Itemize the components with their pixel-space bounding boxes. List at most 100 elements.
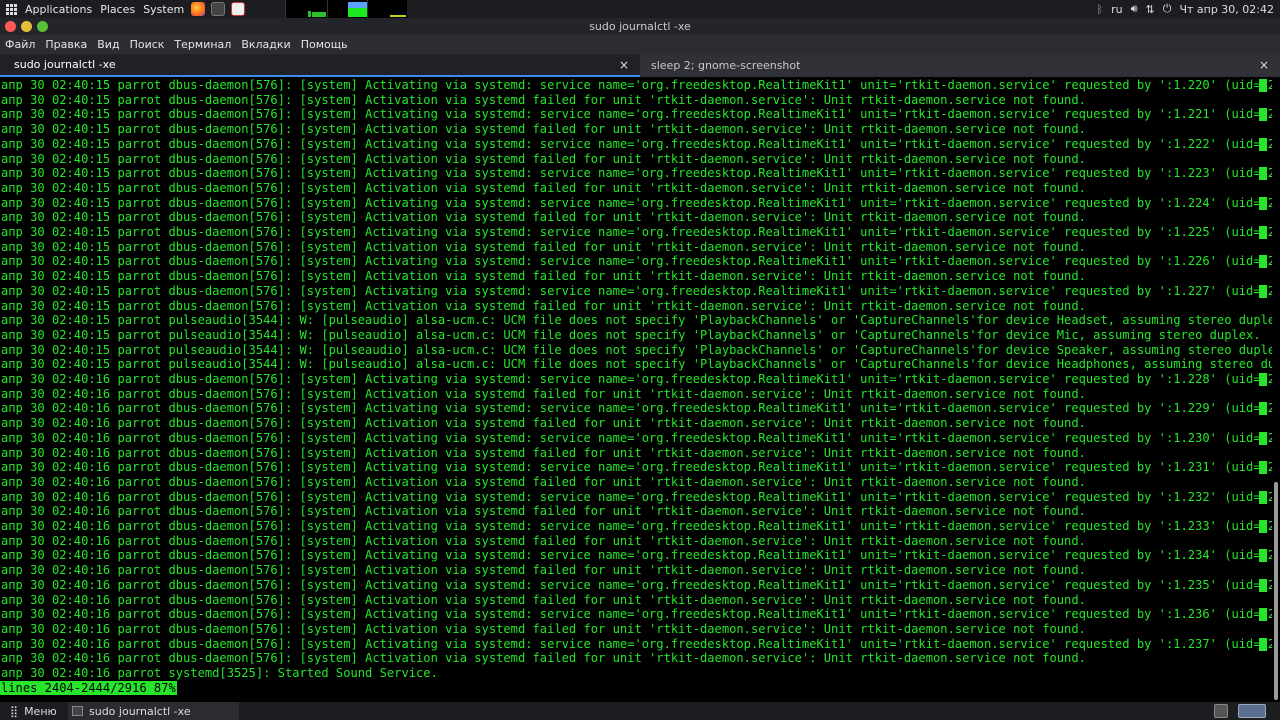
terminal-line: апр 30 02:40:15 parrot dbus-daemon[576]:… xyxy=(1,283,1280,298)
terminal-line: апр 30 02:40:15 parrot dbus-daemon[576]:… xyxy=(1,239,1086,254)
power-icon[interactable]: ⏻ xyxy=(1163,2,1172,16)
show-desktop-icon[interactable] xyxy=(1238,704,1266,718)
minimize-window-button[interactable] xyxy=(21,21,32,32)
maximize-window-button[interactable] xyxy=(37,21,48,32)
line-overflow-marker xyxy=(1259,402,1267,416)
terminal-line: апр 30 02:40:16 parrot dbus-daemon[576]:… xyxy=(1,519,1280,533)
terminal-line: апр 30 02:40:16 parrot dbus-daemon[576]:… xyxy=(1,621,1086,636)
tab-label: sleep 2; gnome-screenshot xyxy=(651,59,801,72)
menu-view[interactable]: Вид xyxy=(92,38,124,51)
line-overflow-marker xyxy=(1259,578,1267,592)
clock[interactable]: Чт апр 30, 02:42 xyxy=(1179,3,1274,16)
terminal-line: апр 30 02:40:16 parrot dbus-daemon[576]:… xyxy=(1,651,1086,666)
line-overflow-marker xyxy=(1259,461,1267,475)
terminal-launcher-icon[interactable] xyxy=(211,2,226,16)
terminal-line: апр 30 02:40:15 parrot pulseaudio[3544]:… xyxy=(1,342,1280,357)
terminal-output[interactable]: апр 30 02:40:15 parrot dbus-daemon[576]:… xyxy=(0,78,1280,700)
terminal-scrollbar[interactable] xyxy=(1272,78,1280,700)
memory-monitor xyxy=(327,0,368,18)
terminal-line: апр 30 02:40:15 parrot dbus-daemon[576]:… xyxy=(1,180,1086,195)
top-panel: Applications Places System ᛒ ru 🔊︎ ⇅ ⏻ Ч… xyxy=(0,0,1280,18)
network-monitor xyxy=(367,0,407,18)
terminal-line: апр 30 02:40:15 parrot dbus-daemon[576]:… xyxy=(1,92,1086,107)
terminal-line: апр 30 02:40:15 parrot dbus-daemon[576]:… xyxy=(1,298,1086,313)
terminal-line: апр 30 02:40:16 parrot dbus-daemon[576]:… xyxy=(1,489,1280,504)
bottom-panel: ⣿ Меню sudo journalctl -xe xyxy=(0,702,1280,720)
terminal-task-icon xyxy=(72,706,83,716)
line-overflow-marker xyxy=(1259,108,1267,122)
terminal-line: апр 30 02:40:16 parrot dbus-daemon[576]:… xyxy=(1,592,1086,607)
terminal-line: апр 30 02:40:16 parrot dbus-daemon[576]:… xyxy=(1,563,1086,578)
terminal-line: апр 30 02:40:15 parrot pulseaudio[3544]:… xyxy=(1,357,1280,372)
terminal-line: апр 30 02:40:16 parrot dbus-daemon[576]:… xyxy=(1,430,1280,445)
tab-label: sudo journalctl -xe xyxy=(14,58,116,71)
taskbar-item-label: sudo journalctl -xe xyxy=(89,704,191,718)
line-overflow-marker xyxy=(1259,137,1267,151)
cpu-monitor xyxy=(285,0,327,18)
network-icon[interactable]: ⇅ xyxy=(1146,3,1155,16)
terminal-line: апр 30 02:40:15 parrot dbus-daemon[576]:… xyxy=(1,122,1086,137)
terminal-line: апр 30 02:40:16 parrot dbus-daemon[576]:… xyxy=(1,577,1280,592)
tab-close-icon[interactable]: × xyxy=(619,58,629,72)
window-titlebar[interactable]: sudo journalctl -xe xyxy=(0,18,1280,35)
terminal-line: апр 30 02:40:16 parrot dbus-daemon[576]:… xyxy=(1,548,1280,563)
text-editor-launcher-icon[interactable] xyxy=(231,2,246,16)
menubar: Файл Правка Вид Поиск Терминал Вкладки П… xyxy=(0,35,1280,54)
menu-help[interactable]: Помощь xyxy=(296,38,353,51)
terminal-line: апр 30 02:40:16 parrot dbus-daemon[576]:… xyxy=(1,372,1280,386)
terminal-line: апр 30 02:40:15 parrot pulseaudio[3544]:… xyxy=(1,313,1280,328)
terminal-line: апр 30 02:40:16 parrot dbus-daemon[576]:… xyxy=(1,416,1086,431)
menu-search[interactable]: Поиск xyxy=(125,38,170,51)
terminal-line: апр 30 02:40:15 parrot dbus-daemon[576]:… xyxy=(1,210,1086,225)
line-overflow-marker xyxy=(1259,373,1267,386)
volume-icon[interactable]: 🔊︎ xyxy=(1131,2,1138,16)
line-overflow-marker xyxy=(1259,431,1267,445)
terminal-line: апр 30 02:40:15 parrot dbus-daemon[576]:… xyxy=(1,136,1280,151)
line-overflow-marker xyxy=(1259,637,1267,651)
line-overflow-marker xyxy=(1259,490,1267,504)
firefox-launcher-icon[interactable] xyxy=(191,2,206,16)
bluetooth-icon[interactable]: ᛒ xyxy=(1096,3,1103,16)
line-overflow-marker xyxy=(1259,167,1267,181)
tab-close-icon[interactable]: × xyxy=(1259,58,1269,72)
terminal-line: апр 30 02:40:15 parrot dbus-daemon[576]:… xyxy=(1,254,1280,269)
menu-tabs[interactable]: Вкладки xyxy=(236,38,295,51)
terminal-line: апр 30 02:40:16 parrot dbus-daemon[576]:… xyxy=(1,607,1280,622)
line-overflow-marker xyxy=(1259,226,1267,239)
line-overflow-marker xyxy=(1259,196,1267,210)
terminal-line: апр 30 02:40:15 parrot dbus-daemon[576]:… xyxy=(1,269,1086,284)
line-overflow-marker xyxy=(1259,79,1267,92)
terminal-line: апр 30 02:40:16 parrot dbus-daemon[576]:… xyxy=(1,504,1086,519)
terminal-line: апр 30 02:40:15 parrot dbus-daemon[576]:… xyxy=(1,151,1086,166)
system-menu[interactable]: System xyxy=(139,0,188,18)
menu-edit[interactable]: Правка xyxy=(40,38,92,51)
system-tray: ᛒ ru 🔊︎ ⇅ ⏻ Чт апр 30, 02:42 xyxy=(1096,0,1274,18)
terminal-line: апр 30 02:40:16 parrot dbus-daemon[576]:… xyxy=(1,533,1086,548)
menu-file[interactable]: Файл xyxy=(0,38,40,51)
terminal-line: апр 30 02:40:15 parrot dbus-daemon[576]:… xyxy=(1,225,1280,239)
scrollbar-thumb[interactable] xyxy=(1274,482,1278,700)
main-menu-button[interactable]: ⣿ Меню xyxy=(0,705,62,718)
terminal-line: апр 30 02:40:16 parrot dbus-daemon[576]:… xyxy=(1,386,1086,401)
terminal-line: апр 30 02:40:15 parrot dbus-daemon[576]:… xyxy=(1,166,1280,181)
terminal-line: апр 30 02:40:15 parrot pulseaudio[3544]:… xyxy=(1,327,1261,342)
keyboard-layout[interactable]: ru xyxy=(1111,3,1123,16)
taskbar-item[interactable]: sudo journalctl -xe xyxy=(68,702,239,720)
terminal-line: апр 30 02:40:16 parrot dbus-daemon[576]:… xyxy=(1,636,1280,651)
tab-screenshot[interactable]: sleep 2; gnome-screenshot × xyxy=(640,54,1280,77)
terminal-line: апр 30 02:40:16 parrot dbus-daemon[576]:… xyxy=(1,460,1280,475)
applications-menu[interactable]: Applications xyxy=(21,0,96,18)
terminal-line: апр 30 02:40:15 parrot dbus-daemon[576]:… xyxy=(1,107,1280,122)
line-overflow-marker xyxy=(1259,284,1267,298)
tab-journalctl[interactable]: sudo journalctl -xe × xyxy=(0,54,640,77)
close-window-button[interactable] xyxy=(5,21,16,32)
menu-terminal[interactable]: Терминал xyxy=(169,38,236,51)
terminal-line: апр 30 02:40:15 parrot dbus-daemon[576]:… xyxy=(1,78,1280,92)
line-overflow-marker xyxy=(1259,549,1267,563)
terminal-line: апр 30 02:40:16 parrot dbus-daemon[576]:… xyxy=(1,445,1086,460)
apps-grid-icon[interactable] xyxy=(6,3,17,15)
workspace-switcher-icon[interactable] xyxy=(1214,704,1228,718)
places-menu[interactable]: Places xyxy=(96,0,139,18)
terminal-line: апр 30 02:40:15 parrot dbus-daemon[576]:… xyxy=(1,195,1280,210)
line-overflow-marker xyxy=(1259,255,1267,269)
